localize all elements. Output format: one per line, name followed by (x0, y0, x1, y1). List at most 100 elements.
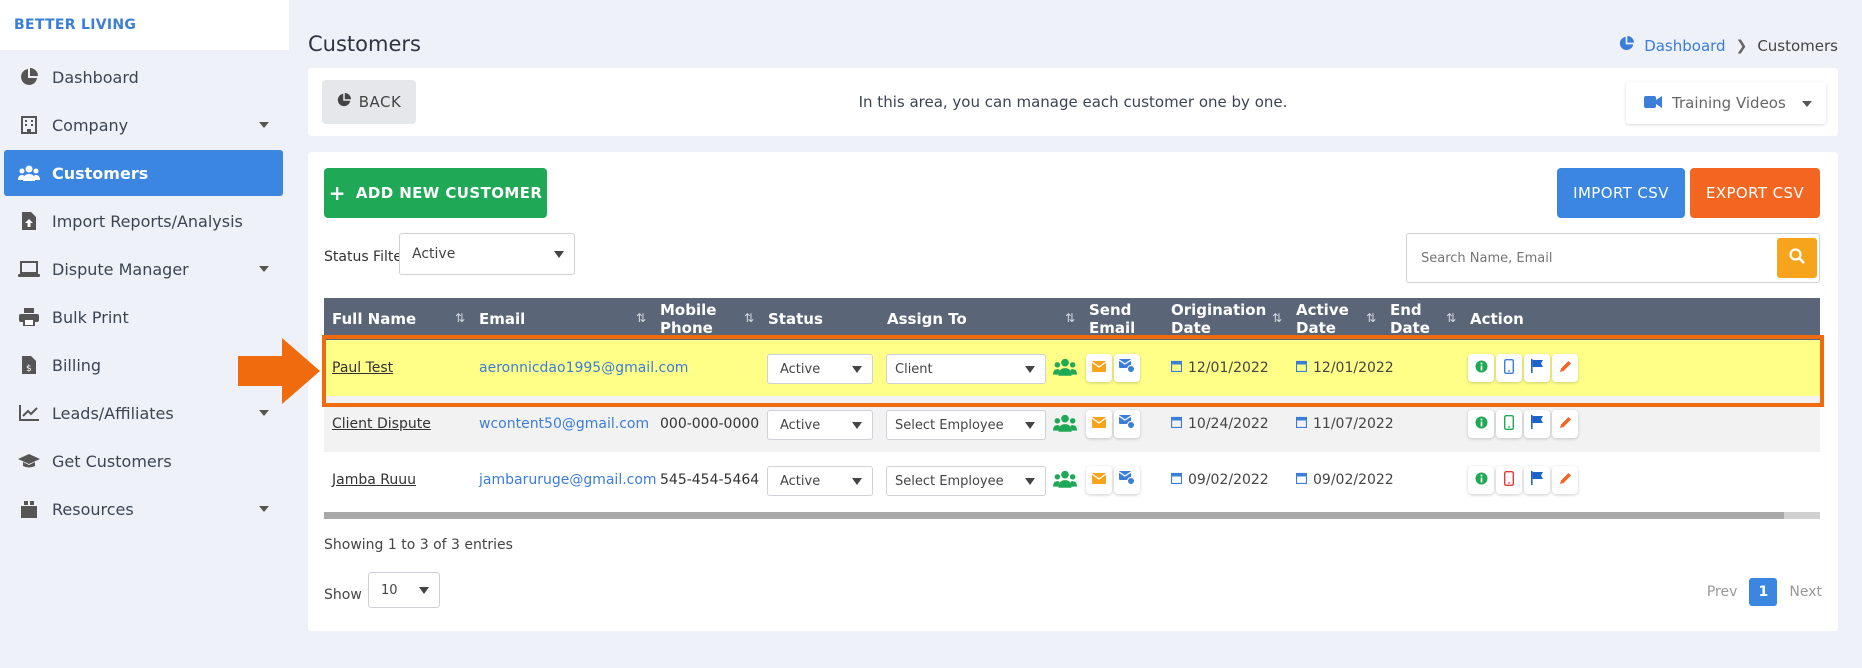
column-label: Action (1470, 310, 1524, 328)
sort-icon: ⇅ (1271, 311, 1282, 325)
sidebar-item-dashboard[interactable]: Dashboard (4, 54, 283, 100)
page-size-value: 10 (381, 582, 398, 598)
breadcrumb: Dashboard ❯ Customers (1619, 36, 1838, 55)
origination-date: 09/02/2022 (1188, 472, 1269, 488)
send-portal-email-button[interactable] (1114, 410, 1140, 438)
sidebar-item-company[interactable]: Company (4, 102, 283, 148)
customer-name-link[interactable]: Client Dispute (332, 416, 431, 432)
graduation-cap-icon (18, 451, 40, 471)
assign-to-value: Select Employee (895, 473, 1004, 489)
chevron-down-icon (259, 410, 269, 416)
flag-icon (1531, 415, 1543, 433)
column-header-origination-date[interactable]: Origination Date ⇅ (1163, 298, 1288, 340)
assign-group-icon[interactable] (1053, 414, 1077, 436)
pie-chart-icon (1619, 36, 1635, 55)
import-csv-button[interactable]: IMPORT CSV (1557, 168, 1685, 218)
column-header-email[interactable]: Email ⇅ (471, 298, 652, 340)
phone-button[interactable] (1496, 410, 1522, 438)
prev-page-button[interactable]: Prev (1707, 584, 1738, 600)
customer-name-link[interactable]: Jamba Ruuu (332, 472, 416, 488)
training-videos-dropdown[interactable]: Training Videos (1626, 82, 1826, 124)
training-videos-label: Training Videos (1672, 94, 1786, 112)
sidebar-item-label: Resources (52, 499, 134, 519)
assign-to-select[interactable]: Select Employee (886, 466, 1046, 496)
invoice-icon: $ (18, 355, 40, 375)
sidebar-item-get-customers[interactable]: Get Customers (4, 438, 283, 484)
page-number-button[interactable]: 1 (1749, 578, 1778, 606)
column-header-action: Action (1462, 298, 1562, 340)
sidebar-item-import-reports[interactable]: Import Reports/Analysis (4, 198, 283, 244)
column-header-full-name[interactable]: Full Name ⇅ (324, 298, 471, 340)
status-filter-select[interactable]: Active (399, 233, 575, 275)
sidebar-item-label: Customers (52, 163, 149, 183)
edit-button[interactable] (1552, 466, 1578, 494)
export-csv-button[interactable]: EXPORT CSV (1690, 168, 1820, 218)
brand-logo[interactable]: BETTER LIVING (0, 0, 289, 50)
customer-phone: 545-454-5464 (660, 472, 760, 488)
info-button[interactable] (1468, 410, 1494, 438)
page-size-select[interactable]: 10 (368, 572, 440, 608)
info-icon (1475, 416, 1488, 433)
sidebar-item-dispute-manager[interactable]: Dispute Manager (4, 246, 283, 292)
column-label: Origination Date (1171, 301, 1267, 337)
video-camera-icon (1644, 94, 1662, 112)
column-label: Full Name (332, 310, 417, 328)
search-icon (1789, 248, 1805, 268)
arrow-right-icon (238, 338, 320, 404)
sidebar-item-label: Dashboard (52, 67, 139, 87)
chevron-down-icon (1802, 101, 1812, 107)
sidebar-item-bulk-print[interactable]: Bulk Print (4, 294, 283, 340)
search-input[interactable] (1407, 234, 1777, 282)
customer-email-link[interactable]: jambaruruge@gmail.com (479, 472, 657, 488)
mail-settings-icon (1118, 471, 1135, 489)
column-header-send-email: Send Email (1081, 298, 1163, 340)
sidebar-item-label: Get Customers (52, 451, 172, 471)
scrollbar-thumb[interactable] (324, 512, 1784, 519)
add-new-customer-button[interactable]: + ADD NEW CUSTOMER (324, 168, 547, 218)
status-select[interactable]: Active (767, 466, 873, 496)
send-email-button[interactable] (1086, 410, 1112, 438)
column-header-end-date[interactable]: End Date ⇅ (1382, 298, 1462, 340)
sidebar: BETTER LIVING Dashboard Company Customer… (0, 0, 289, 668)
sidebar-item-label: Billing (52, 355, 102, 375)
send-portal-email-button[interactable] (1114, 466, 1140, 494)
status-select[interactable]: Active (767, 410, 873, 440)
column-label: Assign To (887, 310, 967, 328)
chevron-down-icon (259, 266, 269, 272)
assign-to-select[interactable]: Select Employee (886, 410, 1046, 440)
phone-button[interactable] (1496, 466, 1522, 494)
customer-email-link[interactable]: wcontent50@gmail.com (479, 416, 649, 432)
page-description: In this area, you can manage each custom… (858, 93, 1288, 111)
sidebar-item-customers[interactable]: Customers (4, 150, 283, 196)
sort-icon: ⇅ (1365, 311, 1376, 325)
pencil-icon (1559, 416, 1572, 433)
table-row: Jamba Ruuu jambaruruge@gmail.com 545-454… (324, 452, 1820, 508)
column-label: Status (768, 310, 823, 328)
assign-group-icon[interactable] (1053, 470, 1077, 492)
flag-button[interactable] (1524, 466, 1550, 494)
building-icon (18, 115, 40, 135)
sidebar-item-resources[interactable]: Resources (4, 486, 283, 532)
flag-button[interactable] (1524, 410, 1550, 438)
horizontal-scrollbar[interactable] (324, 512, 1820, 519)
breadcrumb-dashboard-link[interactable]: Dashboard (1644, 37, 1725, 55)
assign-to-value: Select Employee (895, 417, 1004, 433)
breadcrumb-current: Customers (1757, 36, 1838, 55)
customer-phone: 000-000-0000 (660, 416, 760, 432)
page-title: Customers (308, 32, 421, 56)
column-header-assign-to[interactable]: Assign To ⇅ (879, 298, 1081, 340)
column-header-active-date[interactable]: Active Date ⇅ (1288, 298, 1382, 340)
sort-icon: ⇅ (1064, 311, 1075, 325)
send-email-button[interactable] (1086, 466, 1112, 494)
column-header-status: Status (760, 298, 879, 340)
search-button[interactable] (1777, 238, 1817, 278)
chevron-right-icon: ❯ (1735, 37, 1748, 54)
users-icon (18, 163, 40, 183)
next-page-button[interactable]: Next (1789, 584, 1822, 600)
svg-text:$: $ (26, 364, 32, 374)
calendar-icon (1295, 416, 1308, 432)
chevron-down-icon (1025, 422, 1035, 429)
column-header-mobile-phone[interactable]: Mobile Phone ⇅ (652, 298, 760, 340)
info-button[interactable] (1468, 466, 1494, 494)
edit-button[interactable] (1552, 410, 1578, 438)
